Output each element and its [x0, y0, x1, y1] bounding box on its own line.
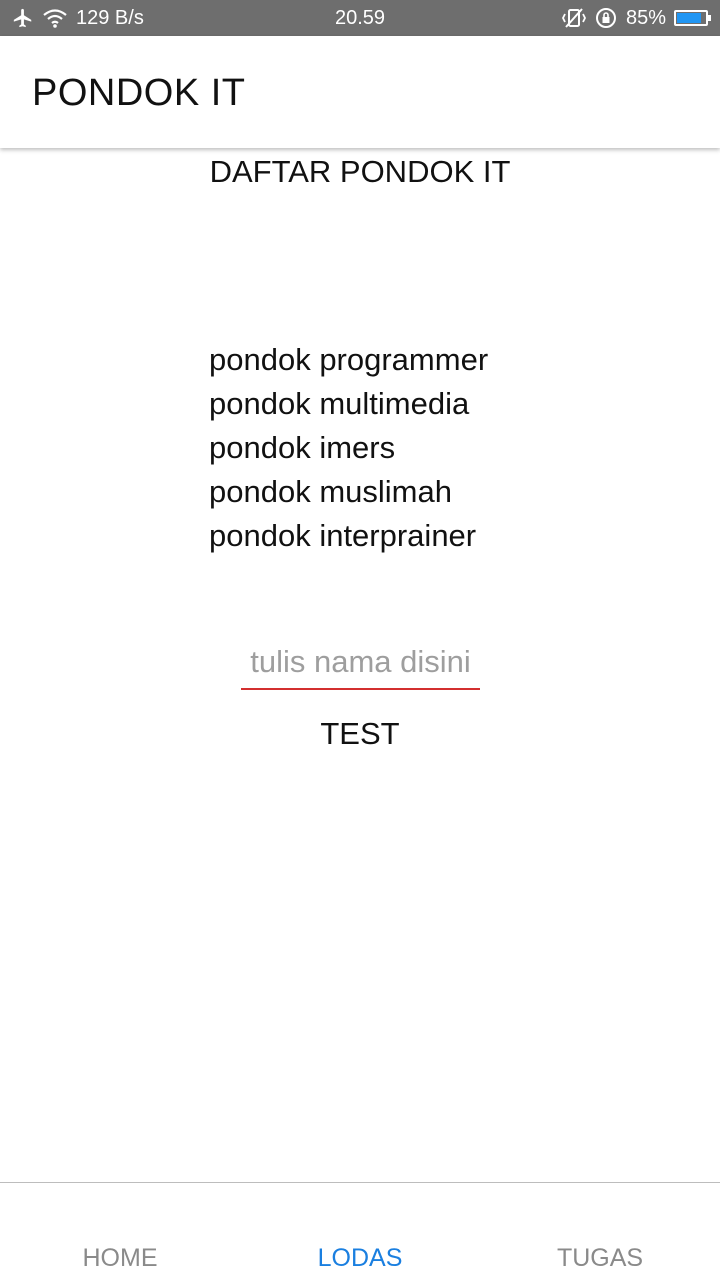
bottom-tab-bar: HOME LODAS TUGAS [0, 1182, 720, 1280]
status-bar-left: 129 B/s [12, 0, 144, 36]
app-title: PONDOK IT [32, 72, 246, 114]
vibrate-icon [561, 7, 586, 29]
list-item-multimedia: pondok multimedia [209, 386, 470, 421]
net-speed: 129 B/s [76, 6, 144, 29]
tab-lodas[interactable]: LODAS [240, 1183, 480, 1280]
list-item-interprainer: pondok interprainer [209, 518, 477, 553]
tab-home-label: HOME [82, 1244, 158, 1272]
test-button[interactable]: TEST [260, 710, 460, 758]
list-item-programmer: pondok programmer [209, 342, 489, 377]
pondok-list: pondok programmer pondok multimedia pond… [209, 338, 488, 558]
battery-percent: 85% [625, 6, 666, 29]
status-bar-right: 85% [561, 0, 711, 36]
app-screen: 129 B/s 20.59 85% PONDOK IT DAFTAR PONDO… [0, 0, 720, 1280]
battery-level [677, 13, 701, 23]
tab-tugas-label: TUGAS [556, 1244, 644, 1272]
wifi-icon [42, 7, 68, 29]
list-item-muslimah: pondok muslimah [209, 474, 452, 509]
tab-home[interactable]: HOME [0, 1183, 240, 1280]
app-bar: PONDOK IT [0, 36, 720, 148]
tab-lodas-label: LODAS [317, 1244, 403, 1272]
airplane-icon [12, 7, 34, 29]
page-heading: DAFTAR PONDOK IT [209, 154, 511, 189]
status-bar: 129 B/s 20.59 85% [0, 0, 720, 36]
name-input[interactable] [241, 636, 480, 690]
tab-tugas[interactable]: TUGAS [480, 1183, 720, 1280]
list-item-imers: pondok imers [209, 430, 396, 465]
battery-icon [674, 10, 711, 26]
rotation-lock-icon [594, 6, 618, 30]
clock: 20.59 [334, 6, 386, 29]
main-content: DAFTAR PONDOK IT pondok programmer pondo… [0, 148, 720, 1182]
